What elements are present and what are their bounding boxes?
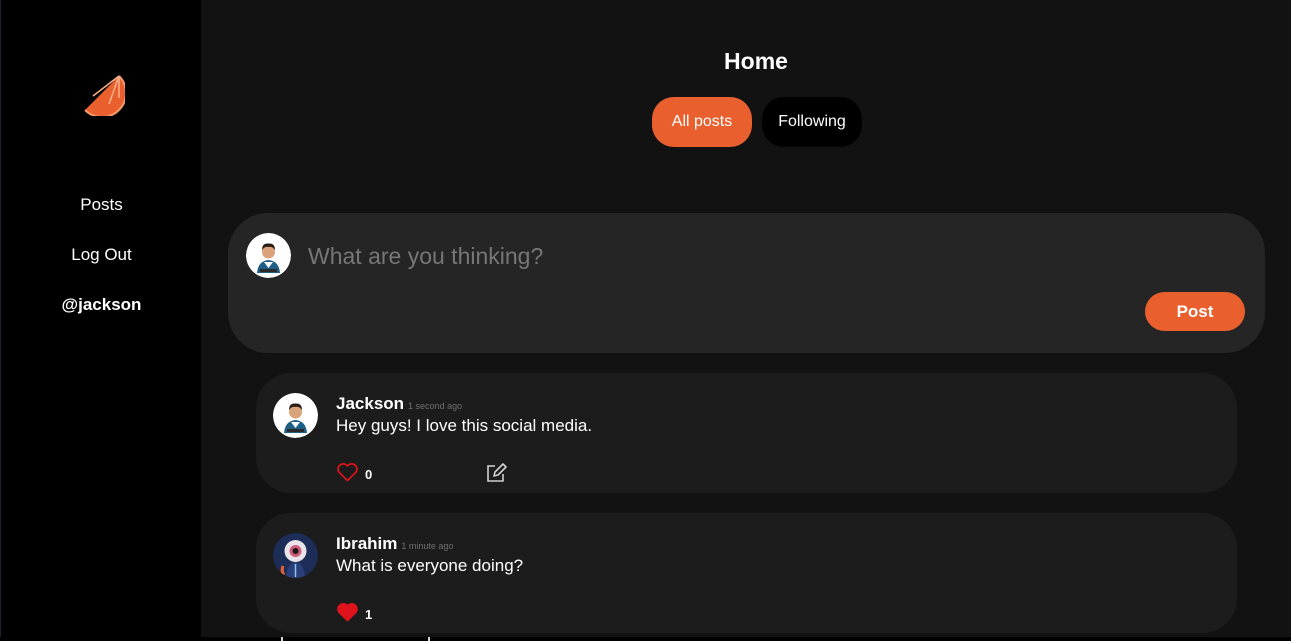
- heart-filled-icon: [336, 602, 359, 627]
- post-card: Ibrahim 1 minute ago What is everyone doi…: [256, 513, 1237, 633]
- avatar[interactable]: [273, 533, 318, 578]
- bottom-strip: [0, 637, 1291, 641]
- post-author-line: Jackson 1 second ago: [336, 394, 462, 414]
- post-author-line: Ibrahim 1 minute ago: [336, 534, 453, 554]
- like-button[interactable]: 1: [336, 602, 372, 627]
- post-author[interactable]: Jackson: [336, 394, 404, 413]
- post-body: Hey guys! I love this social media.: [336, 416, 593, 435]
- avatar: [246, 233, 291, 278]
- main-content: Home All posts Following Post: [201, 0, 1291, 641]
- post-input[interactable]: [306, 237, 1210, 275]
- app: Posts Log Out @jackson Home All posts Fo…: [0, 0, 1291, 641]
- post-timestamp: 1 second ago: [408, 401, 463, 411]
- post-button[interactable]: Post: [1145, 292, 1245, 331]
- tab-all-posts[interactable]: All posts: [652, 97, 752, 147]
- sidebar-item-profile[interactable]: @jackson: [1, 295, 202, 315]
- avatar[interactable]: [273, 393, 318, 438]
- post-body: What is everyone doing?: [336, 556, 524, 575]
- post-timestamp: 1 minute ago: [401, 541, 454, 551]
- page-title: Home: [724, 48, 788, 74]
- like-count: 1: [365, 607, 373, 622]
- post-composer: Post: [228, 213, 1265, 353]
- edit-icon[interactable]: [485, 462, 507, 489]
- heart-outline-icon: [336, 462, 359, 487]
- like-count: 0: [365, 467, 373, 482]
- like-button[interactable]: 0: [336, 462, 372, 487]
- sidebar-item-logout[interactable]: Log Out: [1, 245, 202, 265]
- tab-following[interactable]: Following: [762, 97, 862, 147]
- orange-slice-icon[interactable]: [79, 70, 128, 119]
- sidebar: Posts Log Out @jackson: [0, 0, 201, 641]
- post-card: Jackson 1 second ago Hey guys! I love thi…: [256, 373, 1237, 493]
- sidebar-item-posts[interactable]: Posts: [1, 195, 202, 215]
- post-author[interactable]: Ibrahim: [336, 534, 397, 553]
